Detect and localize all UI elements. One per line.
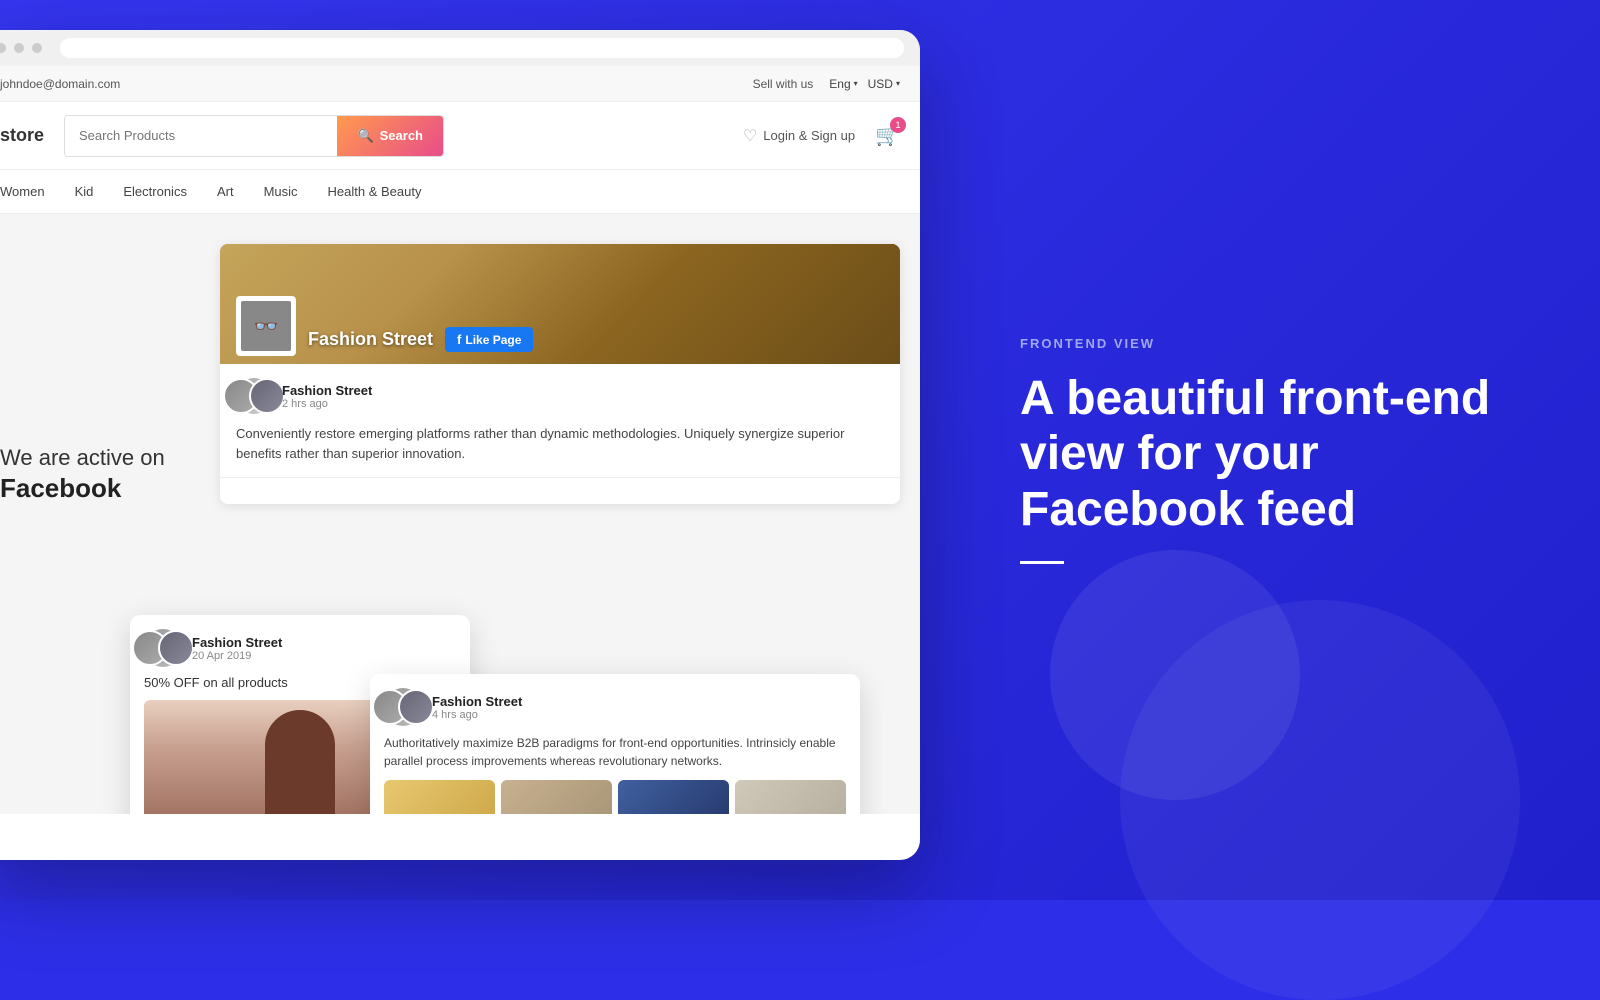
browser-dot-green [32,43,42,53]
nav-item-music[interactable]: Music [264,184,298,199]
avatar-overlap-2 [249,378,285,414]
fb-post-1-info: Fashion Street 2 hrs ago [282,383,884,410]
facebook-label: Facebook [0,473,200,504]
header-actions: ♡ Login & Sign up 🛒 1 [743,123,900,148]
float-2-time: 4 hrs ago [432,709,522,721]
fb-post-1-avatar [236,378,272,414]
float-2-header: Fashion Street 4 hrs ago [384,688,846,726]
like-page-button[interactable]: f Like Page [445,327,533,352]
float-1-avatar-pair [132,630,194,666]
lang-label: Eng [829,77,850,91]
right-panel: FRONTEND VIEW A beautiful front-end view… [940,0,1600,900]
store-main: We are active on Facebook 👓 Fashion Stre… [0,214,920,814]
search-bar: 🔍 Search [64,115,444,157]
email-display: johndoe@domain.com [0,77,120,91]
glasses-thumb-2 [501,780,612,814]
float-2-avatar-pair [372,689,434,725]
fb-post-1-name: Fashion Street [282,383,884,398]
glasses-thumb-4 [735,780,846,814]
like-btn-label: Like Page [465,333,521,347]
store-topbar: johndoe@domain.com Sell with us Eng ▾ US… [0,66,920,102]
topbar-right: Sell with us Eng ▾ USD ▾ [753,77,900,91]
login-signup-btn[interactable]: ♡ Login & Sign up [743,126,855,146]
topbar-lang-usd: Eng ▾ USD ▾ [829,77,900,91]
float-1-time: 20 Apr 2019 [192,650,282,662]
search-input[interactable] [65,116,337,156]
glasses-thumb-1 [384,780,495,814]
fb-post-1-text: Conveniently restore emerging platforms … [236,424,884,463]
frontend-label: FRONTEND VIEW [1020,336,1520,351]
topbar-left: johndoe@domain.com [0,77,120,91]
active-on-text: We are active on [0,444,200,473]
nav-item-women[interactable]: Women [0,184,45,199]
nav-item-art[interactable]: Art [217,184,234,199]
fb-main-widget: 👓 Fashion Street f Like Page [220,244,900,504]
nav-item-kid[interactable]: Kid [75,184,94,199]
fb-cover-info: Fashion Street f Like Page [308,327,533,352]
heart-icon: ♡ [743,126,757,146]
browser-dot-yellow [14,43,24,53]
facebook-f-icon: f [457,332,461,347]
float-2-name: Fashion Street [432,694,522,709]
store-logo: store [0,125,44,146]
fb-left-text: We are active on Facebook [0,244,200,504]
cart-badge: 1 [890,117,906,133]
store-header: store 🔍 Search ♡ Login & Sign up 🛒 1 [0,102,920,170]
search-button[interactable]: 🔍 Search [337,116,443,156]
woman-silhouette [265,710,335,814]
facebook-section: We are active on Facebook 👓 Fashion Stre… [0,214,920,524]
currency-chevron-icon: ▾ [896,79,900,88]
float-2-avatar-2 [398,689,434,725]
float-2-avatar [384,688,422,726]
browser-address-bar [60,38,904,58]
float-2-info: Fashion Street 4 hrs ago [432,694,522,721]
nav-item-health-beauty[interactable]: Health & Beauty [328,184,422,199]
browser-dot-red [0,43,6,53]
browser-chrome [0,30,920,66]
search-btn-label: Search [380,128,423,143]
cart-button[interactable]: 🛒 1 [875,123,900,148]
browser-mockup: johndoe@domain.com Sell with us Eng ▾ US… [0,30,920,860]
fb-page-cover: 👓 Fashion Street f Like Page [220,244,900,364]
sell-link[interactable]: Sell with us [753,77,814,91]
fb-float-card-2: Fashion Street 4 hrs ago Authoritatively… [370,674,860,814]
float-1-avatar [144,629,182,667]
lang-chevron-icon: ▾ [854,79,858,88]
currency-dropdown[interactable]: USD ▾ [868,77,900,91]
frontend-heading: A beautiful front-end view for your Face… [1020,371,1520,537]
nav-item-electronics[interactable]: Electronics [123,184,187,199]
store-nav: Women Kid Electronics Art Music Health &… [0,170,920,214]
avatar-pair [223,378,285,414]
search-icon: 🔍 [357,128,373,144]
fb-page-avatar: 👓 [236,296,296,356]
float-1-header: Fashion Street 20 Apr 2019 [144,629,456,667]
float-2-text: Authoritatively maximize B2B paradigms f… [384,734,846,770]
currency-label: USD [868,77,893,91]
login-label: Login & Sign up [763,128,855,143]
fb-post-1: Fashion Street 2 hrs ago Conveniently re… [220,364,900,478]
fb-page-name: Fashion Street [308,329,433,350]
float-1-name: Fashion Street [192,635,282,650]
glasses-thumb-3 [618,780,729,814]
avatar-glasses-icon: 👓 [241,301,291,351]
float-1-info: Fashion Street 20 Apr 2019 [192,635,282,662]
glasses-grid [384,780,846,814]
fb-post-1-header: Fashion Street 2 hrs ago [236,378,884,414]
frontend-divider [1020,561,1064,564]
float-1-avatar-2 [158,630,194,666]
fb-post-1-time: 2 hrs ago [282,398,884,410]
lang-dropdown[interactable]: Eng ▾ [829,77,857,91]
